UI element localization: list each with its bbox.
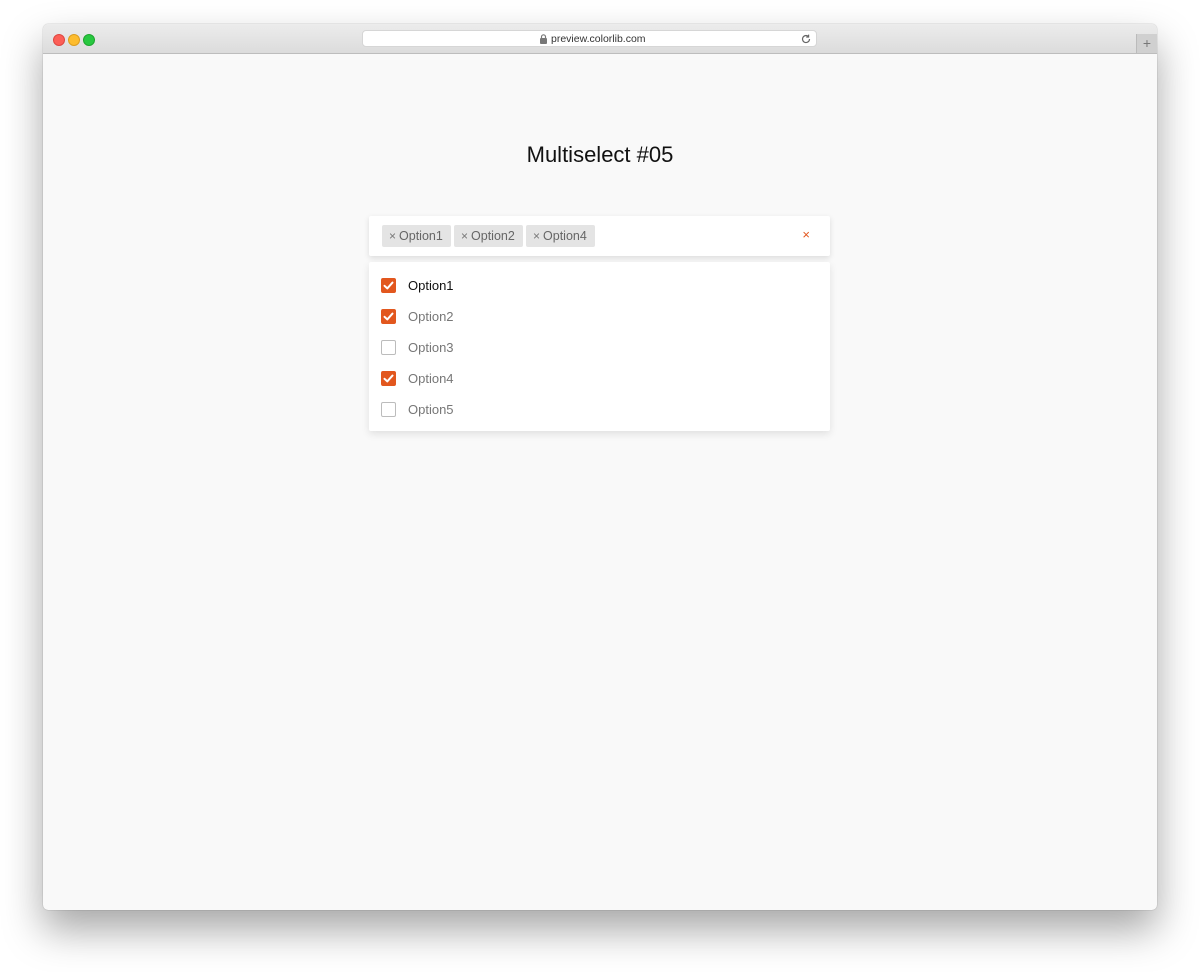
selected-tag: × Option1 <box>382 225 451 247</box>
lock-icon <box>540 34 547 44</box>
selected-tag: × Option2 <box>454 225 523 247</box>
address-bar[interactable]: preview.colorlib.com <box>362 30 817 47</box>
selected-tag-label: Option1 <box>399 229 443 243</box>
remove-tag-icon[interactable]: × <box>389 229 396 243</box>
option-item[interactable]: Option2 <box>381 306 811 328</box>
browser-window: preview.colorlib.com + Multiselect #05 ×… <box>43 24 1157 910</box>
option-item[interactable]: Option5 <box>381 399 811 421</box>
browser-titlebar: preview.colorlib.com + <box>43 24 1157 54</box>
minimize-window-button[interactable] <box>68 34 80 46</box>
option-label: Option3 <box>408 340 454 355</box>
remove-tag-icon[interactable]: × <box>461 229 468 243</box>
checkmark-icon <box>383 374 394 383</box>
multiselect-input[interactable]: × Option1 × Option2 × Option4 × <box>369 216 830 256</box>
zoom-window-button[interactable] <box>83 34 95 46</box>
remove-tag-icon[interactable]: × <box>533 229 540 243</box>
close-window-button[interactable] <box>53 34 65 46</box>
checkbox-checked[interactable] <box>381 371 396 386</box>
new-tab-button[interactable]: + <box>1136 34 1157 53</box>
options-dropdown: Option1 Option2 Option3 Option4 Option5 <box>369 262 830 431</box>
option-label: Option1 <box>408 278 454 293</box>
option-item[interactable]: Option3 <box>381 337 811 359</box>
checkbox-unchecked[interactable] <box>381 340 396 355</box>
clear-all-icon[interactable]: × <box>802 227 810 243</box>
option-item[interactable]: Option1 <box>381 275 811 297</box>
selected-tag-label: Option4 <box>543 229 587 243</box>
address-bar-url: preview.colorlib.com <box>551 33 646 45</box>
option-item[interactable]: Option4 <box>381 368 811 390</box>
page-title: Multiselect #05 <box>526 142 674 167</box>
option-label: Option5 <box>408 402 454 417</box>
checkmark-icon <box>383 281 394 290</box>
option-label: Option2 <box>408 309 454 324</box>
selected-tag: × Option4 <box>526 225 595 247</box>
checkbox-checked[interactable] <box>381 278 396 293</box>
selected-tag-label: Option2 <box>471 229 515 243</box>
checkmark-icon <box>383 312 394 321</box>
checkbox-checked[interactable] <box>381 309 396 324</box>
option-label: Option4 <box>408 371 454 386</box>
checkbox-unchecked[interactable] <box>381 402 396 417</box>
reload-icon[interactable] <box>800 33 812 45</box>
